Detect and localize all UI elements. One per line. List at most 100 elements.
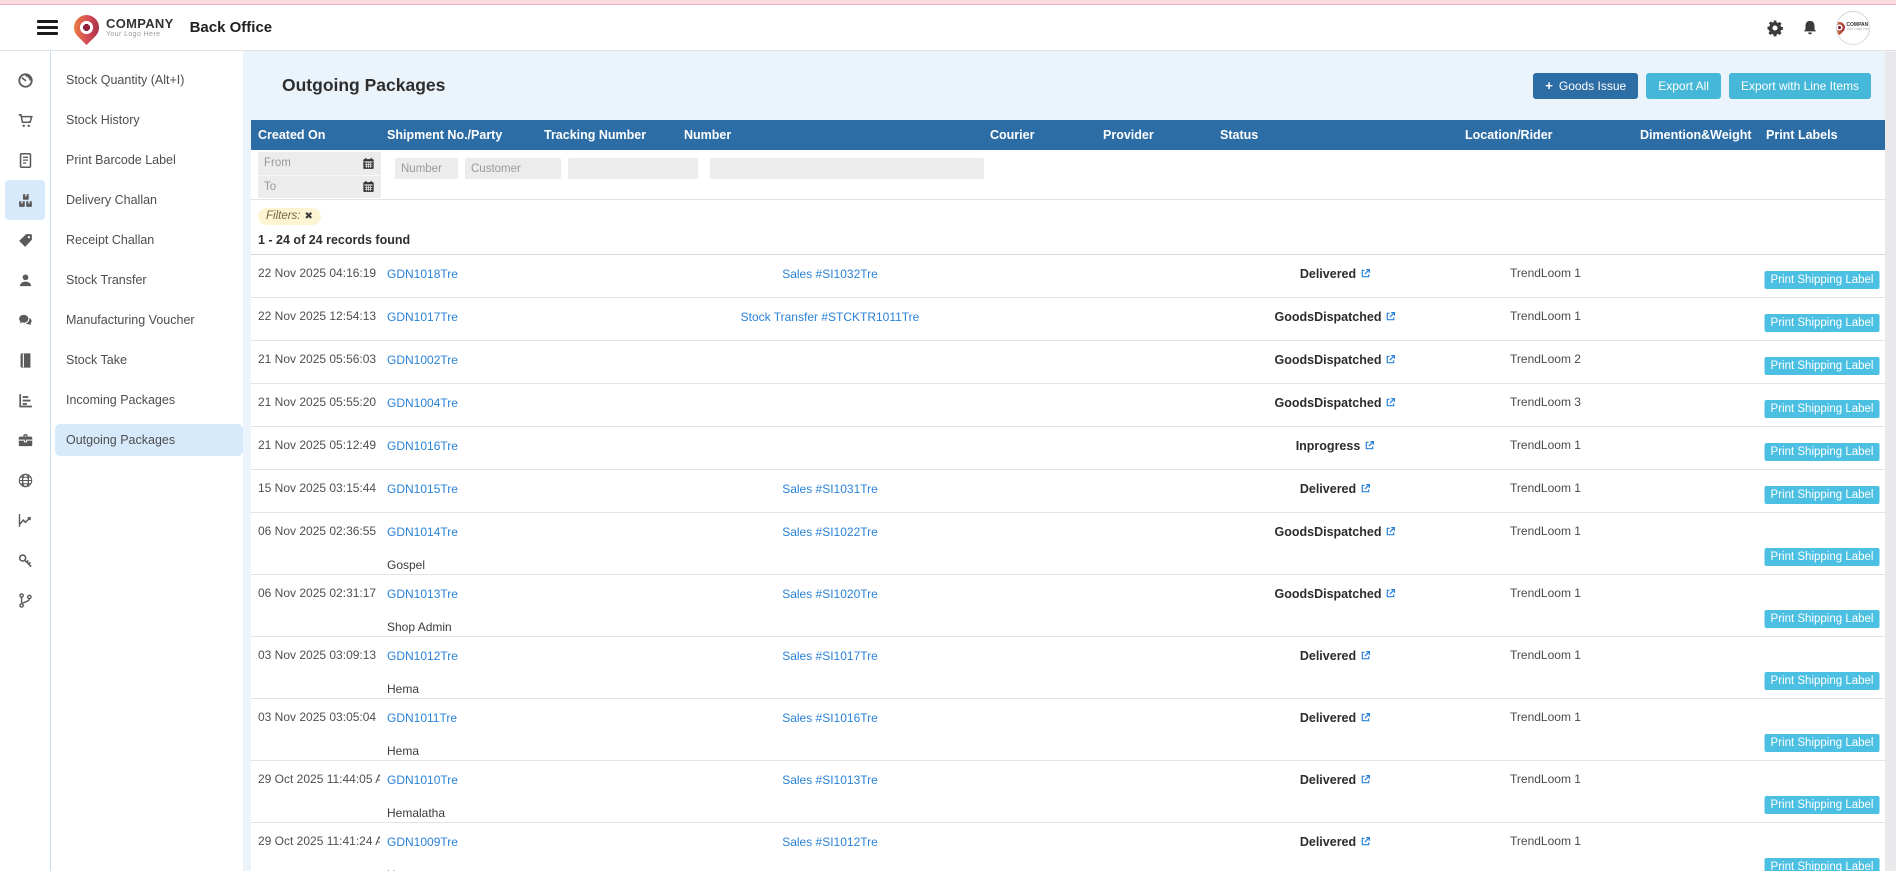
dimension-weight-cell <box>1633 699 1759 760</box>
sidebar-item-stock-transfer[interactable]: Stock Transfer <box>0 260 243 300</box>
column-header: Dimention&Weight <box>1640 128 1752 142</box>
status-text: Inprogress <box>1295 439 1361 453</box>
shipment-link[interactable]: GDN1013Tre <box>387 587 458 601</box>
shipment-link[interactable]: GDN1016Tre <box>387 439 458 453</box>
location-cell: TrendLoom 1 <box>1510 772 1581 786</box>
shipment-link[interactable]: GDN1009Tre <box>387 835 458 849</box>
sidebar-item-line-chart[interactable] <box>0 500 243 540</box>
sidebar-item-delivery-challan[interactable]: Delivery Challan <box>0 180 243 220</box>
table-row: 29 Oct 2025 11:44:05 AM GDN1010Tre Hemalat… <box>251 761 1885 823</box>
sidebar-item-label: Stock History <box>66 113 140 127</box>
shipment-link[interactable]: GDN1017Tre <box>387 310 458 324</box>
number-link[interactable]: Sales #SI1020Tre <box>782 587 878 601</box>
sidebar-item-stock-quantity-alt-i[interactable]: Stock Quantity (Alt+I) <box>0 60 243 100</box>
print-shipping-label-button[interactable]: Print Shipping Label <box>1764 734 1880 752</box>
print-shipping-label-button[interactable]: Print Shipping Label <box>1764 357 1880 375</box>
customer-filter-input[interactable] <box>465 158 561 179</box>
print-shipping-label-button[interactable]: Print Shipping Label <box>1764 486 1880 504</box>
calendar-icon[interactable] <box>362 180 375 193</box>
table-row: 06 Nov 2025 02:31:17 PM GDN1013Tre Shop Ad… <box>251 575 1885 637</box>
column-header: Tracking Number <box>544 128 647 142</box>
sidebar-item-stock-take[interactable]: Stock Take <box>0 340 243 380</box>
external-link-icon[interactable] <box>1385 311 1396 322</box>
sidebar-item-key[interactable] <box>0 540 243 580</box>
courier-cell <box>983 637 1096 698</box>
shipment-link[interactable]: GDN1014Tre <box>387 525 458 539</box>
external-link-icon[interactable] <box>1360 483 1371 494</box>
external-link-icon[interactable] <box>1385 526 1396 537</box>
print-shipping-label-button[interactable]: Print Shipping Label <box>1764 400 1880 418</box>
shipment-number-filter-input[interactable] <box>395 158 458 179</box>
print-shipping-label-button[interactable]: Print Shipping Label <box>1764 672 1880 690</box>
calendar-icon[interactable] <box>362 157 375 170</box>
external-link-icon[interactable] <box>1385 354 1396 365</box>
external-link-icon[interactable] <box>1360 774 1371 785</box>
print-shipping-label-button[interactable]: Print Shipping Label <box>1764 314 1880 332</box>
print-shipping-label-button[interactable]: Print Shipping Label <box>1764 443 1880 461</box>
number-filter-input[interactable] <box>710 158 984 179</box>
courier-cell <box>983 427 1096 469</box>
tracking-number-filter-input[interactable] <box>568 158 698 179</box>
sidebar-item-stock-history[interactable]: Stock History <box>0 100 243 140</box>
print-shipping-label-button[interactable]: Print Shipping Label <box>1764 858 1880 871</box>
external-link-icon[interactable] <box>1360 650 1371 661</box>
sidebar-item-outgoing-packages[interactable]: Outgoing Packages <box>0 420 243 460</box>
number-link[interactable]: Sales #SI1016Tre <box>782 711 878 725</box>
avatar[interactable]: COMPANY Your Logo Here <box>1836 10 1870 45</box>
number-link[interactable]: Sales #SI1022Tre <box>782 525 878 539</box>
shipment-link[interactable]: GDN1010Tre <box>387 773 458 787</box>
tracking-number-cell <box>537 513 677 574</box>
external-link-icon[interactable] <box>1385 588 1396 599</box>
number-link[interactable]: Sales #SI1013Tre <box>782 773 878 787</box>
sidebar-item-manufacturing-voucher[interactable]: Manufacturing Voucher <box>0 300 243 340</box>
print-shipping-label-button[interactable]: Print Shipping Label <box>1764 271 1880 289</box>
location-cell: TrendLoom 1 <box>1510 309 1581 323</box>
external-link-icon[interactable] <box>1364 440 1375 451</box>
export-all-button[interactable]: Export All <box>1646 72 1721 99</box>
to-date-input[interactable] <box>258 180 362 193</box>
sidebar-item-globe[interactable] <box>0 460 243 500</box>
shipment-link[interactable]: GDN1015Tre <box>387 482 458 496</box>
sidebar-item-receipt-challan[interactable]: Receipt Challan <box>0 220 243 260</box>
external-link-icon[interactable] <box>1360 836 1371 847</box>
external-link-icon[interactable] <box>1360 712 1371 723</box>
shipment-link[interactable]: GDN1011Tre <box>387 711 457 725</box>
shipment-link[interactable]: GDN1012Tre <box>387 649 458 663</box>
sidebar-item-label: Incoming Packages <box>66 393 176 407</box>
number-link[interactable]: Sales #SI1012Tre <box>782 835 878 849</box>
created-on-cell: 22 Nov 2025 04:16:19 PM <box>258 266 380 280</box>
number-link[interactable]: Sales #SI1017Tre <box>782 649 878 663</box>
table-row: 06 Nov 2025 02:36:55 PM GDN1014Tre Gospel S… <box>251 513 1885 575</box>
shipment-link[interactable]: GDN1018Tre <box>387 267 458 281</box>
status-cell: Delivered <box>1213 637 1458 698</box>
goods-issue-button[interactable]: + Goods Issue <box>1533 72 1639 99</box>
export-with-line-items-button[interactable]: Export with Line Items <box>1728 72 1871 99</box>
column-header: Shipment No./Party <box>387 128 503 142</box>
packages-table: Created On Shipment No./Party Tracking Num… <box>251 120 1885 871</box>
from-date-input[interactable] <box>258 157 362 170</box>
print-shipping-label-button[interactable]: Print Shipping Label <box>1764 548 1880 566</box>
main-content: Outgoing Packages + Goods Issue Export Al… <box>243 51 1896 871</box>
created-on-cell: 15 Nov 2025 03:15:44 PM <box>258 481 380 495</box>
scrollbar-track[interactable] <box>1885 52 1896 871</box>
company-logo[interactable]: COMPANY Your Logo Here <box>68 9 174 46</box>
menu-icon[interactable] <box>37 20 58 35</box>
print-shipping-label-button[interactable]: Print Shipping Label <box>1764 610 1880 628</box>
print-shipping-label-button[interactable]: Print Shipping Label <box>1764 796 1880 814</box>
shipment-link[interactable]: GDN1004Tre <box>387 396 458 410</box>
table-header-row: Created On Shipment No./Party Tracking Num… <box>251 120 1885 150</box>
sidebar-item-print-barcode-label[interactable]: Print Barcode Label <box>0 140 243 180</box>
sidebar-item-incoming-packages[interactable]: Incoming Packages <box>0 380 243 420</box>
number-link[interactable]: Sales #SI1032Tre <box>782 267 878 281</box>
number-link[interactable]: Sales #SI1031Tre <box>782 482 878 496</box>
print-labels-cell: Print Shipping Label <box>1759 513 1885 574</box>
number-link[interactable]: Stock Transfer #STCKTR1011Tre <box>741 310 920 324</box>
external-link-icon[interactable] <box>1360 268 1371 279</box>
external-link-icon[interactable] <box>1385 397 1396 408</box>
sidebar-item-branch[interactable] <box>0 580 243 620</box>
bell-icon[interactable] <box>1801 19 1819 37</box>
shipment-link[interactable]: GDN1002Tre <box>387 353 458 367</box>
topbar: COMPANY Your Logo Here Back Office COMPA… <box>0 5 1896 51</box>
gear-icon[interactable] <box>1766 19 1784 37</box>
clear-filters-icon[interactable]: ✖ <box>305 211 313 222</box>
